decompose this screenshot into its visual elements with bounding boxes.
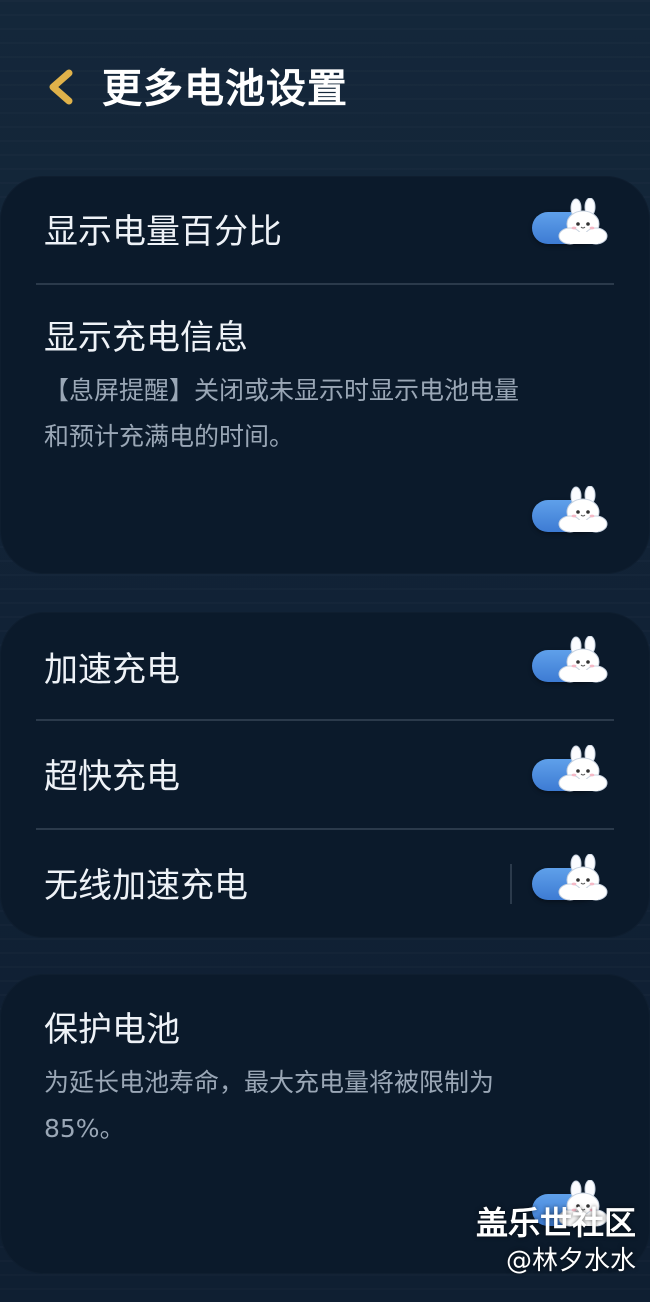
watermark: 盖乐世社区 @林夕水水 xyxy=(476,1202,636,1278)
bunny-thumb-icon xyxy=(558,854,608,901)
setting-description: 和预计充满电的时间。 xyxy=(44,422,295,451)
setting-description: 为延长电池寿命，最大充电量将被限制为 xyxy=(44,1068,495,1097)
setting-row-show-percentage[interactable]: 显示电量百分比 xyxy=(0,176,650,284)
setting-label: 显示充电信息 xyxy=(44,318,248,358)
bunny-thumb-icon xyxy=(558,486,608,533)
setting-label: 超快充电 xyxy=(44,757,180,797)
row-separator xyxy=(510,864,512,904)
settings-card-charging: 加速充电 超快充电 无线加速充电 xyxy=(0,612,650,938)
setting-description: 【息屏提醒】关闭或未显示时显示电池电量 xyxy=(44,376,520,405)
watermark-site: 盖乐世社区 xyxy=(475,1204,636,1242)
chevron-left-icon xyxy=(43,67,77,111)
setting-label: 显示电量百分比 xyxy=(44,212,282,252)
toggle-show-percentage[interactable] xyxy=(532,198,610,250)
setting-label: 加速充电 xyxy=(44,650,180,690)
bunny-thumb-icon xyxy=(558,636,608,683)
settings-page: 更多电池设置 显示电量百分比 显示充电信息 【息屏提醒】关闭或未显示时显示电池电… xyxy=(0,0,650,1302)
bunny-thumb-icon xyxy=(558,198,608,245)
toggle-show-charging-info[interactable] xyxy=(532,486,610,538)
watermark-user: @林夕水水 xyxy=(505,1246,636,1276)
setting-label: 无线加速充电 xyxy=(44,866,248,906)
settings-card-display: 显示电量百分比 显示充电信息 【息屏提醒】关闭或未显示时显示电池电量 和预计充满… xyxy=(0,176,650,574)
toggle-fast-wireless-charging[interactable] xyxy=(532,854,610,906)
setting-label: 保护电池 xyxy=(44,1010,180,1050)
setting-row-show-charging-info[interactable]: 显示充电信息 【息屏提醒】关闭或未显示时显示电池电量 和预计充满电的时间。 xyxy=(0,286,650,574)
page-title: 更多电池设置 xyxy=(102,66,348,112)
back-button[interactable] xyxy=(36,62,84,116)
setting-row-fast-wireless-charging[interactable]: 无线加速充电 xyxy=(0,830,650,938)
bunny-thumb-icon xyxy=(558,745,608,792)
setting-row-fast-charging[interactable]: 加速充电 xyxy=(0,612,650,720)
toggle-fast-charging[interactable] xyxy=(532,636,610,688)
toggle-super-fast-charging[interactable] xyxy=(532,745,610,797)
divider xyxy=(36,283,614,285)
setting-row-super-fast-charging[interactable]: 超快充电 xyxy=(0,721,650,829)
setting-description: 85%。 xyxy=(44,1114,125,1143)
app-bar: 更多电池设置 xyxy=(0,0,650,180)
